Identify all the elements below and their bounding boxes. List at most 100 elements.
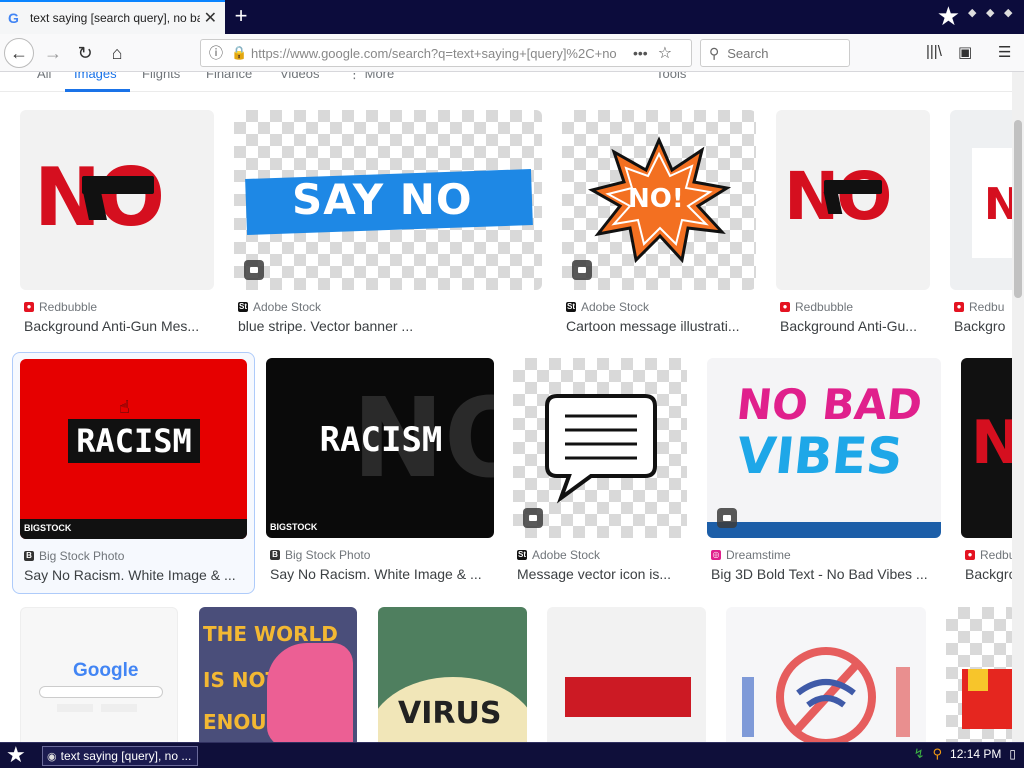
- tab-more[interactable]: ⋮ More: [348, 72, 394, 82]
- close-tab-icon[interactable]: ✕: [204, 8, 217, 28]
- search-tray-icon[interactable]: ⚲: [932, 746, 942, 762]
- taskbar: ★ ◉ text saying [query], no ... ↯ ⚲ 12:1…: [0, 742, 1024, 768]
- tab-all[interactable]: All: [37, 72, 51, 81]
- home-button[interactable]: ⌂: [102, 38, 132, 68]
- clock[interactable]: 12:14 PM: [950, 747, 1001, 761]
- result-source: ● Redbu: [965, 548, 1012, 562]
- result-thumbnail[interactable]: NO: [776, 110, 930, 290]
- sidebar-icon[interactable]: ▣: [958, 43, 972, 61]
- result-thumbnail[interactable]: NO!: [562, 110, 756, 290]
- result-thumbnail[interactable]: VIRUS: [378, 607, 527, 742]
- page-actions-button[interactable]: •••: [633, 45, 648, 61]
- no-exclamation-text: NO!: [628, 184, 684, 214]
- result-caption[interactable]: Background Anti-Gu...: [780, 318, 930, 334]
- result-source: B Big Stock Photo: [270, 548, 370, 562]
- adobe-stock-favicon-icon: St: [566, 302, 576, 312]
- scrollbar-thumb[interactable]: [1014, 120, 1022, 298]
- result-source: ● Redbubble: [24, 300, 97, 314]
- result-thumbnail[interactable]: NO: [950, 110, 1012, 290]
- window-ctrl-2-icon[interactable]: ◆: [986, 6, 998, 19]
- result-caption[interactable]: Say No Racism. White Image & ...: [24, 567, 252, 583]
- navigation-toolbar: ← → ↻ ⌂ ⓘ 🔒 https://www.google.com/searc…: [0, 34, 1024, 72]
- result-thumbnail[interactable]: NO RACISM BIGSTOCK: [266, 358, 494, 538]
- mini-button-shape: [57, 704, 93, 712]
- tab-strip: G text saying [search query], no backgro…: [0, 0, 1024, 34]
- bigstock-watermark: BIGSTOCK: [270, 522, 318, 532]
- result-caption[interactable]: blue stripe. Vector banner ...: [238, 318, 538, 334]
- page-viewport: All Images Flights Finance Videos ⋮ More…: [0, 72, 1012, 742]
- reload-button[interactable]: ↻: [70, 38, 100, 68]
- menu-icon[interactable]: ☰: [998, 43, 1011, 61]
- adobe-stock-favicon-icon: St: [238, 302, 248, 312]
- result-caption[interactable]: Background Anti-Gun Mes...: [24, 318, 214, 334]
- result-thumbnail[interactable]: Google: [20, 607, 178, 742]
- result-thumbnail[interactable]: NO BAD VIBES: [707, 358, 941, 538]
- result-thumbnail[interactable]: RACISM BIGSTOCK: [20, 359, 247, 539]
- image-result[interactable]: St Adobe Stock Message vector icon is...: [513, 358, 687, 588]
- image-result-selected[interactable]: RACISM BIGSTOCK B Big Stock Photo Say No …: [12, 352, 255, 594]
- result-caption[interactable]: Cartoon message illustrati...: [566, 318, 756, 334]
- image-result[interactable]: NO RACISM BIGSTOCK B Big Stock Photo Say …: [266, 358, 494, 588]
- window-ctrl-3-icon[interactable]: ◆: [1004, 6, 1016, 19]
- start-menu-star-icon[interactable]: ★: [6, 744, 26, 766]
- racism-text: RACISM: [319, 420, 443, 460]
- result-source: B Big Stock Photo: [24, 549, 124, 563]
- browser-search-box[interactable]: ⚲: [700, 39, 850, 67]
- search-icon: ⚲: [709, 44, 720, 61]
- tab-flights[interactable]: Flights: [142, 72, 180, 81]
- tab-tools[interactable]: Tools: [656, 72, 686, 81]
- result-source: ● Redbubble: [780, 300, 853, 314]
- image-result[interactable]: SAY NO St Adobe Stock blue stripe. Vector…: [234, 110, 542, 340]
- tab-images[interactable]: Images: [74, 72, 117, 81]
- bigstock-favicon-icon: B: [270, 550, 280, 560]
- image-result[interactable]: NO ●Redbubble Background Anti-Gu...: [776, 110, 930, 340]
- url-text[interactable]: https://www.google.com/search?q=text+say…: [251, 46, 627, 61]
- google-search-tabs: All Images Flights Finance Videos ⋮ More…: [0, 72, 1012, 92]
- result-thumbnail[interactable]: [547, 607, 706, 742]
- no-text: NO: [971, 408, 1012, 478]
- image-result[interactable]: NO ●Redbu Backgro: [950, 110, 1012, 340]
- result-caption[interactable]: Backgro: [965, 566, 1012, 582]
- result-thumbnail[interactable]: [513, 358, 687, 538]
- bookmark-star-icon[interactable]: ☆: [658, 43, 672, 63]
- result-source: St Adobe Stock: [566, 300, 650, 314]
- search-input[interactable]: [727, 45, 828, 61]
- browser-tab-active[interactable]: G text saying [search query], no backgro…: [0, 0, 225, 34]
- adobe-stock-favicon-icon: St: [517, 550, 527, 560]
- image-result[interactable]: NO ●Redbubble Background Anti-Gun Mes...: [20, 110, 214, 340]
- image-result[interactable]: NO BAD VIBES ◎ Dreamstime Big 3D Bold Tex…: [707, 358, 941, 588]
- forward-button[interactable]: →: [38, 38, 68, 68]
- window-ctrl-1-icon[interactable]: ◆: [968, 6, 980, 19]
- result-thumbnail[interactable]: [726, 607, 926, 742]
- system-tray: ↯ ⚲ 12:14 PM ▯: [914, 746, 1016, 762]
- vertical-scrollbar[interactable]: [1012, 72, 1024, 742]
- tab-finance[interactable]: Finance: [206, 72, 252, 81]
- result-thumbnail[interactable]: NO: [961, 358, 1012, 538]
- lock-icon: 🔒: [231, 45, 248, 60]
- taskbar-browser-item[interactable]: ◉ text saying [query], no ...: [42, 746, 198, 766]
- site-info-icon[interactable]: ⓘ: [209, 43, 225, 63]
- red-rectangle-shape: [565, 677, 691, 717]
- result-caption[interactable]: Message vector icon is...: [517, 566, 687, 582]
- result-thumbnail[interactable]: [946, 607, 1012, 742]
- result-caption[interactable]: Big 3D Bold Text - No Bad Vibes ...: [711, 566, 941, 582]
- tab-videos[interactable]: Videos: [280, 72, 320, 81]
- back-button[interactable]: ←: [4, 38, 34, 68]
- show-desktop-icon[interactable]: ▯: [1009, 747, 1016, 761]
- window-menu-star-icon[interactable]: ★: [937, 2, 960, 30]
- say-no-text: SAY NO: [292, 175, 473, 224]
- result-thumbnail[interactable]: SAY NO: [234, 110, 542, 290]
- result-caption[interactable]: Backgro: [954, 318, 1012, 334]
- image-result[interactable]: NO ●Redbu Backgro: [961, 358, 1012, 588]
- result-thumbnail[interactable]: THE WORLD IS NOT ENOUGH: [199, 607, 357, 742]
- library-icon[interactable]: |||\: [926, 43, 942, 60]
- leopard-shape: [267, 643, 353, 742]
- address-bar[interactable]: ⓘ 🔒 https://www.google.com/search?q=text…: [200, 39, 692, 67]
- image-result[interactable]: NO! St Adobe Stock Cartoon message illust…: [562, 110, 756, 340]
- the-world-text: THE WORLD: [203, 622, 338, 646]
- result-caption[interactable]: Say No Racism. White Image & ...: [270, 566, 494, 582]
- image-type-badge-icon: [572, 260, 592, 280]
- result-thumbnail[interactable]: NO: [20, 110, 214, 290]
- new-tab-button[interactable]: +: [229, 4, 253, 28]
- network-icon[interactable]: ↯: [914, 746, 925, 762]
